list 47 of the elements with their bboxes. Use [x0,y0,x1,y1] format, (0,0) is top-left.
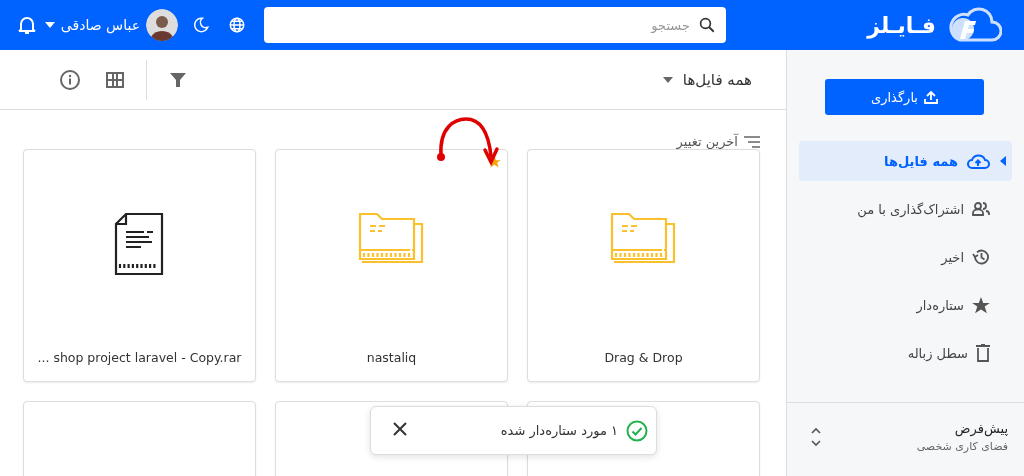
trash-icon [976,344,990,362]
arrow-drawing [436,116,502,168]
folder-dropdown[interactable]: همه فایل‌ها [662,70,752,89]
search-field[interactable]: جستجو [264,7,726,43]
file-card[interactable]: ... shop project laravel - Copy.rar [23,149,256,382]
folder-card[interactable]: nastaliq [275,149,508,382]
chevron-up-down-icon[interactable] [811,426,821,447]
logo-text: فـایـلز [867,12,936,38]
bell-icon[interactable] [18,15,36,35]
sidebar-item[interactable]: همه فایل‌ها [799,141,1012,181]
caret-icon [44,22,55,28]
close-icon [393,422,407,436]
check-circle-icon [626,419,648,442]
sidebar-item[interactable]: اخیر [799,237,1012,277]
people-icon [972,202,990,216]
caret-icon [1000,156,1006,166]
search-icon [698,16,716,34]
document-icon [113,212,166,276]
info-icon[interactable] [60,69,80,90]
workspace-switcher[interactable]: پیش‌فرض فضای کاری شخصی [787,402,1024,476]
sidebar-item[interactable]: ستاره‌دار [799,285,1012,325]
grid-view-icon[interactable] [106,71,124,88]
file-name: Drag & Drop [604,350,683,365]
sort-icon [744,135,760,148]
globe-icon[interactable] [228,16,246,34]
workspace-subtitle: فضای کاری شخصی [916,439,1008,453]
history-icon [972,248,990,266]
folder-icon [357,212,426,264]
moon-icon[interactable] [192,16,210,34]
cloud-logo-icon[interactable] [946,6,1002,44]
folder-card[interactable]: Drag & Drop [527,149,760,382]
cloud-upload-icon [966,153,990,169]
avatar [146,9,178,41]
star-icon [972,296,990,314]
sidebar-item[interactable]: اشتراک‌گذاری با من [799,189,1012,229]
file-name: nastaliq [366,350,417,365]
workspace-title: پیش‌فرض [953,420,1008,436]
caret-icon [662,76,673,83]
upload-button[interactable]: بارگذاری [825,79,984,115]
user-name[interactable]: عباس صادقی [60,17,140,33]
sort-button[interactable]: آخرین تغییر [676,134,760,149]
folder-icon [609,212,678,264]
toast-message: ۱ مورد ستاره‌دار شده [500,423,618,438]
upload-icon [923,90,938,104]
file-name: ... shop project laravel - Copy.rar [37,350,242,365]
filter-icon[interactable] [169,70,187,89]
sidebar-item[interactable]: سطل زباله [799,333,1012,373]
